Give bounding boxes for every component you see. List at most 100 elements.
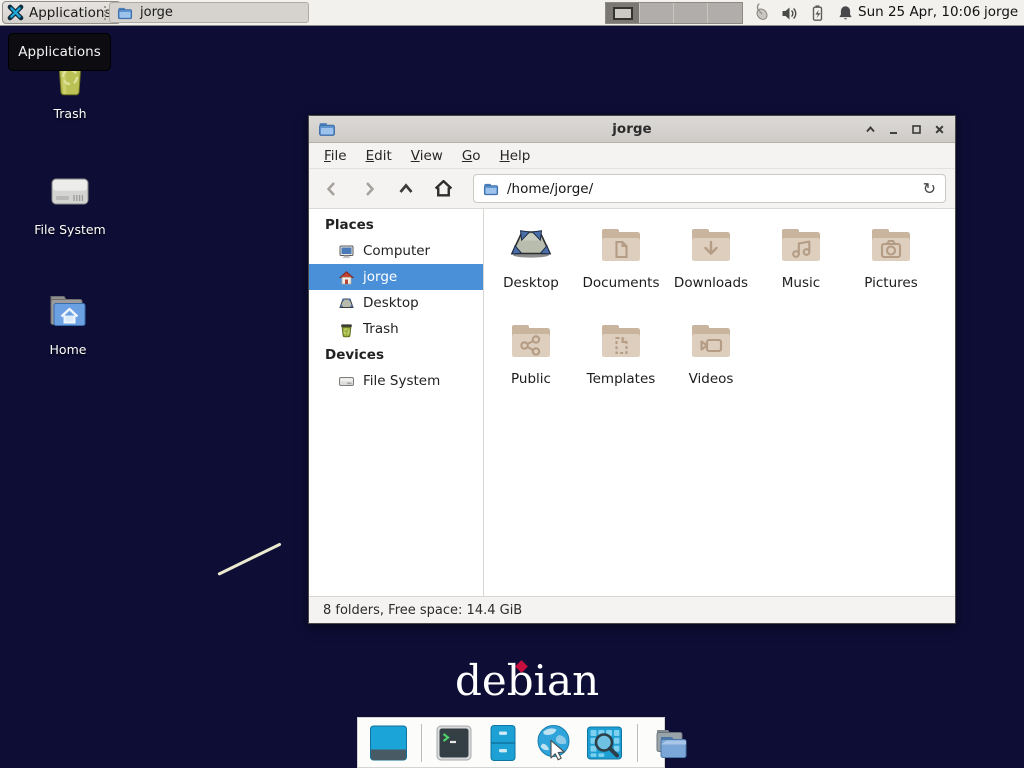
reload-icon[interactable]: ↻: [923, 181, 936, 197]
dock-separator: [421, 724, 422, 762]
workspace-window-preview: [613, 7, 633, 20]
folder-template-icon: [597, 317, 645, 365]
input-device-tray-icon[interactable]: [751, 3, 771, 23]
file-item-label: Public: [511, 371, 551, 387]
path-folder-icon: [483, 181, 499, 197]
folder-music-icon: [777, 221, 825, 269]
file-item-label: Templates: [587, 371, 656, 387]
dock-separator: [637, 724, 638, 762]
panel-clock[interactable]: Sun 25 Apr, 10:06: [858, 0, 980, 25]
file-item-label: Music: [782, 275, 820, 291]
desktop-icon-file-system[interactable]: File System: [10, 168, 130, 237]
app-finder-launcher[interactable]: [584, 723, 625, 763]
path-bar[interactable]: /home/jorge/ ↻: [473, 174, 946, 203]
sidebar-item-label: Trash: [363, 321, 399, 337]
file-cabinet-launcher[interactable]: [483, 723, 523, 763]
up-button[interactable]: [395, 178, 417, 200]
stray-line-artifact: [217, 542, 281, 575]
file-item-desktop[interactable]: Desktop: [486, 221, 576, 317]
file-manager-window: jorge File Edit View Go Help: [308, 115, 956, 624]
home-red-icon: [338, 269, 355, 286]
workspace-3[interactable]: [674, 3, 708, 23]
workspace-pager: [605, 2, 743, 24]
menu-view[interactable]: View: [403, 145, 451, 167]
file-item-label: Pictures: [864, 275, 917, 291]
menu-file[interactable]: File: [316, 145, 355, 167]
file-item-public[interactable]: Public: [486, 317, 576, 413]
desktop-icon-home[interactable]: Home: [8, 288, 128, 357]
file-grid: Desktop Documents: [484, 209, 955, 596]
sidebar-header-devices: Devices: [309, 342, 483, 368]
window-title: jorge: [309, 121, 955, 137]
computer-icon: [338, 243, 355, 260]
file-item-pictures[interactable]: Pictures: [846, 221, 936, 317]
sidebar-item-label: Computer: [363, 243, 430, 259]
workspace-2[interactable]: [640, 3, 674, 23]
statusbar: 8 folders, Free space: 14.4 GiB: [309, 596, 955, 623]
top-panel: Applications jorge: [0, 0, 1024, 26]
xfce-logo-icon: [7, 4, 24, 21]
applications-menu-label: Applications: [29, 5, 111, 21]
show-desktop-button[interactable]: [368, 723, 409, 763]
desktop-trapezoid-icon: [507, 221, 555, 269]
minimize-button[interactable]: [886, 122, 900, 136]
file-item-documents[interactable]: Documents: [576, 221, 666, 317]
desktop-icon-label: File System: [10, 222, 130, 237]
workspace-1[interactable]: [606, 3, 640, 23]
bottom-dock: [357, 717, 665, 768]
maximize-button[interactable]: [909, 122, 923, 136]
file-item-videos[interactable]: Videos: [666, 317, 756, 413]
user-folders-launcher[interactable]: [650, 723, 692, 763]
web-browser-launcher[interactable]: [532, 722, 575, 764]
folder-document-icon: [597, 221, 645, 269]
menu-help[interactable]: Help: [492, 145, 539, 167]
folder-download-icon: [687, 221, 735, 269]
back-button[interactable]: [321, 178, 343, 200]
sidebar: Places Computer jorge: [309, 209, 484, 596]
sidebar-item-label: File System: [363, 373, 440, 389]
sidebar-item-jorge[interactable]: jorge: [309, 264, 483, 290]
workspace-4[interactable]: [708, 3, 742, 23]
system-tray: [751, 3, 855, 23]
sidebar-item-desktop[interactable]: Desktop: [309, 290, 483, 316]
sidebar-item-label: Desktop: [363, 295, 419, 311]
menubar: File Edit View Go Help: [309, 143, 955, 169]
close-button[interactable]: [932, 122, 946, 136]
sidebar-item-file-system[interactable]: File System: [309, 368, 483, 394]
folder-video-icon: [687, 317, 735, 365]
sidebar-header-places: Places: [309, 212, 483, 238]
taskbar-window-label: jorge: [140, 5, 173, 20]
sidebar-item-computer[interactable]: Computer: [309, 238, 483, 264]
file-item-templates[interactable]: Templates: [576, 317, 666, 413]
file-item-label: Videos: [689, 371, 734, 387]
taskbar-window-button[interactable]: jorge: [109, 2, 309, 23]
file-item-downloads[interactable]: Downloads: [666, 221, 756, 317]
harddrive-mini-icon: [338, 373, 355, 390]
applications-tooltip: Applications: [8, 33, 111, 71]
forward-button[interactable]: [358, 178, 380, 200]
panel-username[interactable]: jorge: [984, 0, 1018, 25]
shade-button[interactable]: [863, 122, 877, 136]
menu-edit[interactable]: Edit: [358, 145, 400, 167]
path-text[interactable]: /home/jorge/: [507, 181, 593, 197]
trash-mini-icon: [338, 321, 355, 338]
terminal-launcher[interactable]: [434, 723, 474, 763]
home-folder-icon: [45, 288, 91, 336]
file-item-label: Downloads: [674, 275, 748, 291]
file-item-music[interactable]: Music: [756, 221, 846, 317]
folder-share-icon: [507, 317, 555, 365]
menu-go[interactable]: Go: [454, 145, 489, 167]
folder-icon: [117, 5, 133, 21]
tooltip-text: Applications: [18, 44, 100, 60]
window-titlebar[interactable]: jorge: [309, 116, 955, 143]
home-button[interactable]: [432, 178, 454, 200]
battery-tray-icon[interactable]: [808, 4, 827, 23]
volume-tray-icon[interactable]: [780, 4, 799, 23]
desktop-mini-icon: [338, 295, 355, 312]
toolbar: /home/jorge/ ↻: [309, 169, 955, 209]
notifications-bell-icon[interactable]: [836, 4, 855, 23]
debian-logo: debian: [455, 656, 599, 705]
sidebar-item-label: jorge: [363, 269, 397, 285]
sidebar-item-trash[interactable]: Trash: [309, 316, 483, 342]
folder-camera-icon: [867, 221, 915, 269]
